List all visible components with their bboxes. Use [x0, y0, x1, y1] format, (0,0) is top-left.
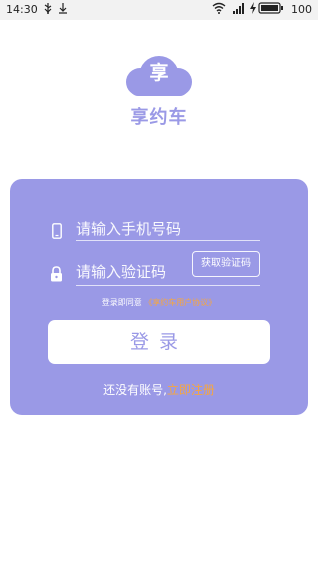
battery-level: 100 — [291, 3, 312, 16]
lock-icon — [50, 266, 63, 286]
get-code-button[interactable]: 获取验证码 — [192, 251, 260, 277]
status-bar: 14:30 100 — [0, 0, 318, 20]
download-icon — [58, 2, 68, 17]
battery-icon — [258, 2, 284, 17]
phone-underline — [76, 240, 260, 241]
phone-icon — [52, 223, 62, 243]
agreement-text: 登录即同意 《享约车用户协议》 — [10, 297, 308, 308]
login-card: 获取验证码 登录即同意 《享约车用户协议》 登录 还没有账号,立即注册 — [10, 179, 308, 415]
login-button[interactable]: 登录 — [48, 320, 270, 364]
register-prefix: 还没有账号, — [103, 383, 167, 397]
agreement-link[interactable]: 《享约车用户协议》 — [144, 298, 216, 307]
code-input[interactable] — [76, 261, 188, 283]
register-link[interactable]: 立即注册 — [167, 383, 215, 397]
wifi-icon — [212, 2, 226, 17]
signal-icon — [232, 2, 246, 17]
charging-icon — [249, 2, 257, 17]
usb-icon — [42, 2, 54, 17]
app-name: 享约车 — [130, 107, 188, 128]
agreement-prefix: 登录即同意 — [101, 298, 142, 307]
phone-input[interactable] — [76, 218, 258, 240]
status-time: 14:30 — [6, 3, 38, 16]
logo-char: 享 — [149, 62, 169, 84]
code-underline — [76, 285, 260, 286]
register-prompt: 还没有账号,立即注册 — [10, 381, 308, 398]
